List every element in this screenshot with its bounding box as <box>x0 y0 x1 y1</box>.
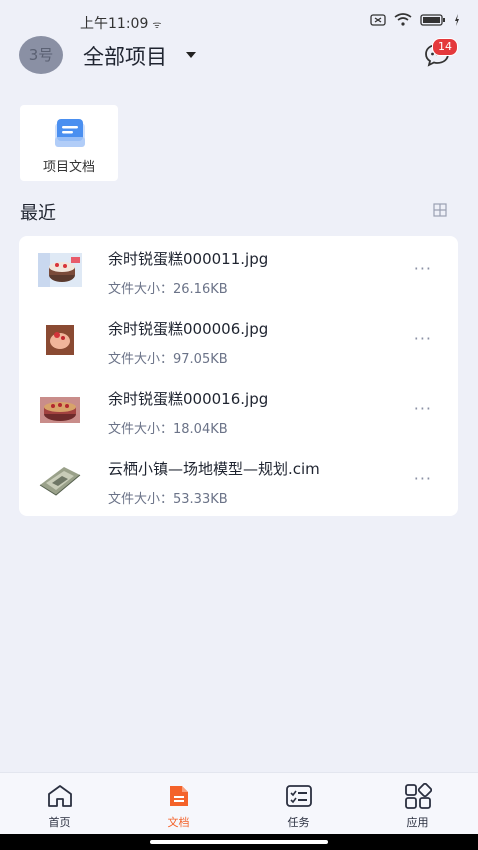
file-name: 云栖小镇—场地模型—规划.cim <box>108 460 320 478</box>
home-indicator[interactable] <box>150 840 328 844</box>
document-icon <box>170 786 188 806</box>
project-docs-card[interactable]: 项目文档 <box>20 105 118 181</box>
tab-tasks-label: 任务 <box>287 816 310 829</box>
tab-home-label: 首页 <box>48 816 71 829</box>
file-name: 余时锐蛋糕000011.jpg <box>108 250 269 268</box>
grid-view-icon[interactable] <box>433 203 447 217</box>
document-folder-icon <box>55 119 85 147</box>
site-model-thumbnail <box>38 463 82 497</box>
project-docs-label: 项目文档 <box>42 160 95 175</box>
file-row[interactable]: 余时锐蛋糕000016.jpg 文件大小：18.04KB ··· <box>19 376 458 446</box>
cake-image-thumbnail <box>38 253 82 287</box>
file-size: 文件大小：97.05KB <box>108 352 228 367</box>
cake-image-thumbnail <box>38 323 82 357</box>
tab-documents[interactable]: 文档 <box>119 773 238 835</box>
tab-apps[interactable]: 应用 <box>358 773 477 835</box>
file-size: 文件大小：26.16KB <box>108 282 228 297</box>
battery-icon <box>420 13 445 26</box>
header: 3号 全部项目 14 <box>0 34 478 78</box>
apps-grid-icon <box>405 783 432 809</box>
file-size: 文件大小：18.04KB <box>108 422 228 437</box>
tab-home[interactable]: 首页 <box>0 773 119 835</box>
tab-documents-label: 文档 <box>167 816 190 829</box>
file-name: 余时锐蛋糕000016.jpg <box>108 390 269 408</box>
more-options-icon[interactable]: ··· <box>414 261 432 277</box>
home-icon <box>48 785 72 807</box>
task-list-icon <box>286 785 312 807</box>
project-selector-title[interactable]: 全部项目 <box>83 41 167 71</box>
file-size: 文件大小：53.33KB <box>108 492 228 507</box>
unread-badge: 14 <box>432 38 458 56</box>
bottom-tab-bar: 首页 文档 任务 应用 <box>0 772 478 835</box>
wifi-icon <box>394 13 412 26</box>
cake-image-thumbnail <box>38 393 82 427</box>
file-name: 余时锐蛋糕000006.jpg <box>108 320 269 338</box>
more-options-icon[interactable]: ··· <box>414 471 432 487</box>
tab-apps-label: 应用 <box>406 816 429 829</box>
more-options-icon[interactable]: ··· <box>414 331 432 347</box>
more-options-icon[interactable]: ··· <box>414 401 432 417</box>
tab-tasks[interactable]: 任务 <box>239 773 358 835</box>
charging-icon <box>455 13 459 26</box>
system-navigation-area <box>0 834 478 850</box>
caret-down-icon[interactable] <box>186 52 196 58</box>
recent-section-title: 最近 <box>20 203 56 224</box>
status-icons <box>370 13 460 26</box>
avatar[interactable]: 3号 <box>19 36 63 74</box>
file-row[interactable]: 余时锐蛋糕000006.jpg 文件大小：97.05KB ··· <box>19 306 458 376</box>
signal-icon: ᯤ <box>152 20 162 31</box>
file-row[interactable]: 余时锐蛋糕000011.jpg 文件大小：26.16KB ··· <box>19 236 458 306</box>
status-time: 上午11:09 ᯤ <box>80 16 162 32</box>
file-row[interactable]: 云栖小镇—场地模型—规划.cim 文件大小：53.33KB ··· <box>19 446 458 516</box>
recent-file-list: 余时锐蛋糕000011.jpg 文件大小：26.16KB ··· 余时锐蛋糕00… <box>19 236 458 516</box>
no-sim-icon <box>370 13 386 26</box>
